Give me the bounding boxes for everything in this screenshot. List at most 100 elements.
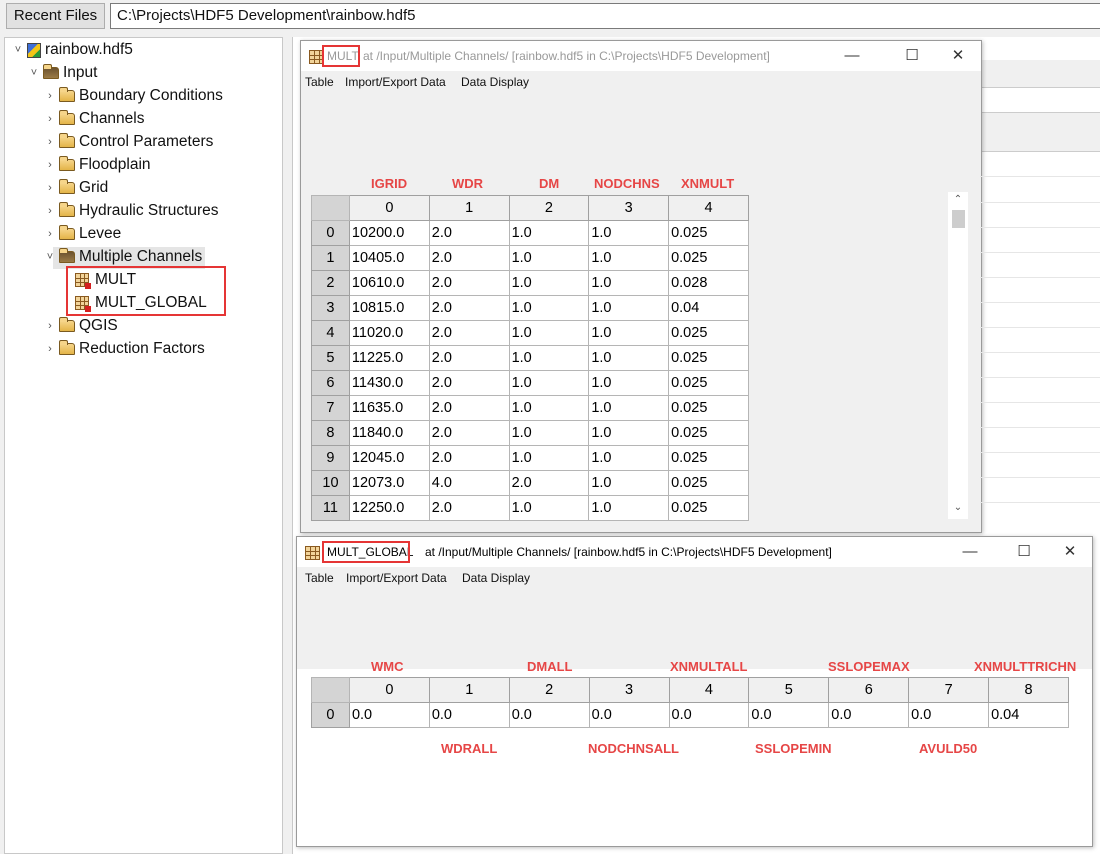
table-cell[interactable]: 12250.0: [348, 495, 430, 521]
table-cell[interactable]: 2.0: [428, 445, 510, 471]
table-cell[interactable]: 0.0: [428, 702, 510, 728]
column-header[interactable]: 2: [508, 195, 590, 221]
table-cell[interactable]: 1.0: [508, 295, 590, 321]
tree-item-reduction-factors[interactable]: › Reduction Factors: [43, 338, 205, 360]
column-header[interactable]: 4: [668, 195, 749, 221]
table-cell[interactable]: 1.0: [508, 220, 590, 246]
table-cell[interactable]: 1.0: [508, 245, 590, 271]
table-cell[interactable]: 11635.0: [348, 395, 430, 421]
table-cell[interactable]: 10405.0: [348, 245, 430, 271]
table-cell[interactable]: 1.0: [588, 320, 670, 346]
table-cell[interactable]: 2.0: [428, 220, 510, 246]
table-cell[interactable]: 0.0: [508, 702, 590, 728]
row-header[interactable]: 11: [311, 495, 350, 521]
table-cell[interactable]: 1.0: [588, 420, 670, 446]
table-cell[interactable]: 1.0: [588, 395, 670, 421]
row-header[interactable]: 10: [311, 470, 350, 496]
collapse-chevron-icon[interactable]: ›: [43, 136, 57, 148]
table-cell[interactable]: 0.04: [988, 702, 1069, 728]
table-cell[interactable]: 0.0: [908, 702, 990, 728]
recent-files-button[interactable]: Recent Files: [6, 3, 105, 29]
table-cell[interactable]: 0.025: [668, 420, 749, 446]
minimize-icon[interactable]: —: [837, 45, 867, 67]
tree-item-folder[interactable]: › Grid: [43, 177, 108, 199]
table-cell[interactable]: 0.025: [668, 370, 749, 396]
menu-import-export[interactable]: Import/Export Data: [345, 75, 446, 89]
table-cell[interactable]: 1.0: [508, 345, 590, 371]
table-cell[interactable]: 2.0: [428, 295, 510, 321]
row-header[interactable]: 9: [311, 445, 350, 471]
table-cell[interactable]: 1.0: [508, 270, 590, 296]
column-header[interactable]: 3: [588, 195, 670, 221]
table-cell[interactable]: 2.0: [428, 420, 510, 446]
tree-item-folder[interactable]: › Hydraulic Structures: [43, 200, 219, 222]
table-cell[interactable]: 2.0: [508, 470, 590, 496]
collapse-chevron-icon[interactable]: ›: [43, 159, 57, 171]
column-header[interactable]: 6: [828, 677, 910, 703]
table-cell[interactable]: 10200.0: [348, 220, 430, 246]
column-header[interactable]: 5: [748, 677, 830, 703]
table-cell[interactable]: 1.0: [588, 345, 670, 371]
column-header[interactable]: 1: [428, 195, 510, 221]
table-cell[interactable]: 1.0: [588, 220, 670, 246]
table-cell[interactable]: 11020.0: [348, 320, 430, 346]
table-cell[interactable]: 1.0: [588, 295, 670, 321]
mult-window-titlebar[interactable]: MULT at /Input/Multiple Channels/ [rainb…: [301, 41, 981, 71]
collapse-chevron-icon[interactable]: ›: [43, 228, 57, 240]
menu-data-display[interactable]: Data Display: [461, 75, 529, 89]
table-cell[interactable]: 1.0: [508, 320, 590, 346]
table-cell[interactable]: 0.0: [668, 702, 750, 728]
table-cell[interactable]: 1.0: [588, 445, 670, 471]
row-header[interactable]: 4: [311, 320, 350, 346]
maximize-icon[interactable]: ☐: [1009, 541, 1039, 563]
expand-chevron-icon[interactable]: ˅: [43, 251, 57, 263]
table-cell[interactable]: 12073.0: [348, 470, 430, 496]
table-cell[interactable]: 2.0: [428, 345, 510, 371]
row-header[interactable]: 6: [311, 370, 350, 396]
file-path-input[interactable]: C:\Projects\HDF5 Development\rainbow.hdf…: [110, 3, 1100, 29]
tree-item-qgis[interactable]: › QGIS: [43, 315, 118, 337]
table-cell[interactable]: 0.0: [348, 702, 430, 728]
table-cell[interactable]: 2.0: [428, 245, 510, 271]
tree-item-folder[interactable]: › Floodplain: [43, 154, 151, 176]
collapse-chevron-icon[interactable]: ›: [43, 90, 57, 102]
table-cell[interactable]: 1.0: [588, 495, 670, 521]
mult-global-window-titlebar[interactable]: MULT_GLOBAL at /Input/Multiple Channels/…: [297, 537, 1092, 567]
table-cell[interactable]: 1.0: [508, 370, 590, 396]
tree-item-root[interactable]: ˅ rainbow.hdf5: [11, 39, 133, 61]
table-cell[interactable]: 0.025: [668, 345, 749, 371]
table-cell[interactable]: 0.025: [668, 445, 749, 471]
row-header[interactable]: 5: [311, 345, 350, 371]
column-header[interactable]: 0: [348, 195, 430, 221]
collapse-chevron-icon[interactable]: ›: [43, 205, 57, 217]
scroll-up-icon[interactable]: ⌃: [948, 194, 968, 210]
collapse-chevron-icon[interactable]: ›: [43, 343, 57, 355]
close-icon[interactable]: ✕: [1055, 541, 1085, 563]
row-header[interactable]: 0: [311, 702, 350, 728]
table-cell[interactable]: 1.0: [588, 470, 670, 496]
collapse-chevron-icon[interactable]: ›: [43, 320, 57, 332]
tree-item-folder[interactable]: › Boundary Conditions: [43, 85, 223, 107]
row-header[interactable]: 0: [311, 220, 350, 246]
table-cell[interactable]: 0.0: [588, 702, 670, 728]
tree-item-folder[interactable]: › Levee: [43, 223, 121, 245]
table-cell[interactable]: 11840.0: [348, 420, 430, 446]
table-cell[interactable]: 2.0: [428, 270, 510, 296]
column-header[interactable]: 4: [668, 677, 750, 703]
table-cell[interactable]: 1.0: [588, 245, 670, 271]
row-header[interactable]: 1: [311, 245, 350, 271]
tree-item-folder[interactable]: › Channels: [43, 108, 145, 130]
collapse-chevron-icon[interactable]: ›: [43, 182, 57, 194]
row-header[interactable]: 7: [311, 395, 350, 421]
table-cell[interactable]: 1.0: [588, 370, 670, 396]
table-cell[interactable]: 2.0: [428, 370, 510, 396]
table-cell[interactable]: 0.025: [668, 320, 749, 346]
tree-item-folder[interactable]: › Control Parameters: [43, 131, 213, 153]
table-cell[interactable]: 2.0: [428, 320, 510, 346]
scroll-down-icon[interactable]: ⌄: [948, 502, 968, 518]
menu-import-export[interactable]: Import/Export Data: [346, 571, 447, 585]
table-cell[interactable]: 0.0: [828, 702, 910, 728]
table-cell[interactable]: 1.0: [508, 495, 590, 521]
row-header[interactable]: 3: [311, 295, 350, 321]
scrollbar-thumb[interactable]: [952, 210, 965, 228]
